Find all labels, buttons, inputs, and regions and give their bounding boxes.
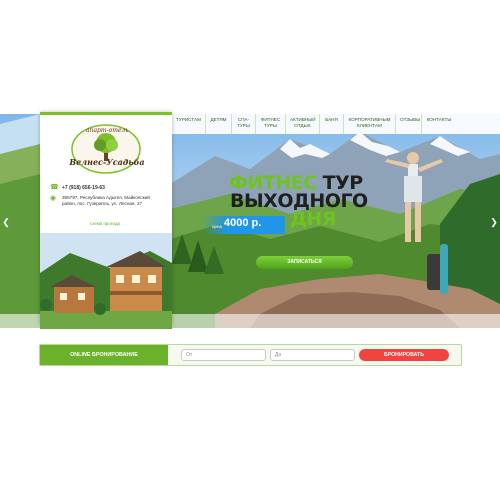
- nav-item-corporate[interactable]: КОРПОРАТИВНЫМ КЛИЕНТАМ: [344, 114, 396, 134]
- nav-item-reviews[interactable]: ОТЗЫВЫ: [396, 114, 422, 134]
- chalet-image: [40, 233, 172, 329]
- nav-item-children[interactable]: ДЕТЯМ: [206, 114, 232, 134]
- phone-icon: ☎: [50, 184, 59, 191]
- hotel-info-card: апарт-отель Велнес-Усадьба ☎ +7 (918) 65…: [40, 112, 172, 329]
- booking-label: ONLINE БРОНИРОВАНИЕ: [40, 345, 168, 365]
- chevron-right-icon[interactable]: ❯: [490, 216, 498, 228]
- date-from-input[interactable]: От: [181, 349, 266, 361]
- page: НОМЕРА И ЦЕНЫ ТУРИСТАМ ДЕТЯМ СПА-ТУРЫ ФИ…: [0, 0, 500, 500]
- price-value: 4000 р.: [224, 217, 262, 229]
- nav-item-spa-tours[interactable]: СПА-ТУРЫ: [232, 114, 256, 134]
- booking-bar: ONLINE БРОНИРОВАНИЕ От До БРОНИРОВАТЬ: [39, 344, 462, 366]
- logo-tagline: апарт-отель: [86, 127, 129, 134]
- nav-item-tourists[interactable]: ТУРИСТАМ: [172, 114, 206, 134]
- location-pin-icon: ◉: [50, 195, 57, 202]
- nav-item-contacts[interactable]: КОНТАКТЫ: [422, 114, 456, 134]
- nav-item-active-rest[interactable]: АКТИВНЫЙ ОТДЫХ: [286, 114, 320, 134]
- main-nav: НОМЕРА И ЦЕНЫ ТУРИСТАМ ДЕТЯМ СПА-ТУРЫ ФИ…: [144, 114, 456, 134]
- signup-button[interactable]: ЗАПИСАТЬСЯ: [256, 256, 353, 269]
- directions-link[interactable]: схема проезда: [90, 221, 120, 226]
- date-to-input[interactable]: До: [270, 349, 355, 361]
- phone-number[interactable]: +7 (918) 656-19-63: [62, 185, 105, 191]
- price-label: цена: [212, 224, 223, 229]
- nav-item-sauna[interactable]: БАНЯ: [320, 114, 344, 134]
- book-button[interactable]: БРОНИРОВАТЬ: [359, 349, 449, 361]
- logo-name: Велнес-Усадьба: [69, 157, 145, 167]
- nav-item-fitness-tours[interactable]: ФИТНЕС ТУРЫ: [256, 114, 286, 134]
- chevron-left-icon[interactable]: ❮: [2, 216, 10, 228]
- hero-title-line3: ДНЯ: [290, 208, 336, 230]
- address: 385797, Республика Адыгея, Майкопский ра…: [62, 195, 150, 206]
